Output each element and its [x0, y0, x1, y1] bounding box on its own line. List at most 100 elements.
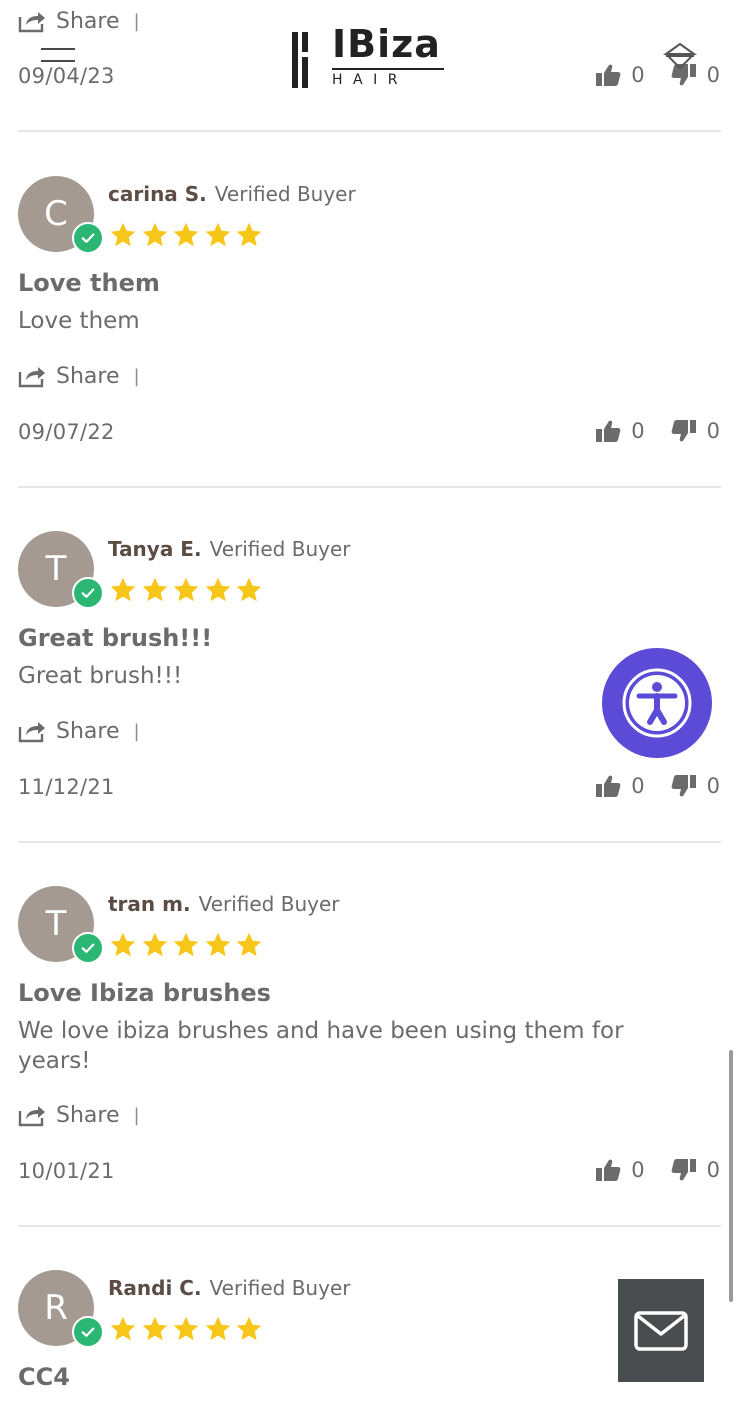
avatar-initial: R — [44, 1288, 68, 1328]
brand-logo[interactable]: IBiza HAIR — [292, 22, 444, 90]
star-rating — [108, 576, 266, 604]
verified-badge — [72, 932, 104, 964]
mail-icon — [634, 1310, 688, 1351]
reviewer-name: Tanya E. — [108, 537, 202, 561]
check-icon — [79, 229, 97, 247]
share-button[interactable]: Share | — [18, 7, 140, 35]
reviewer-line: Tanya E. Verified Buyer — [108, 537, 351, 561]
accessibility-button[interactable] — [602, 648, 712, 758]
share-button[interactable]: Share | — [18, 1101, 140, 1129]
vote-row: 0 0 — [595, 773, 720, 799]
review-body: Love them — [18, 308, 140, 334]
share-label: Share — [56, 8, 120, 34]
thumbs-up-icon[interactable] — [595, 62, 621, 88]
review-title: Great brush!!! — [18, 624, 213, 652]
thumbs-down-icon[interactable] — [671, 773, 697, 799]
review-title: Love Ibiza brushes — [18, 979, 271, 1007]
review-title: Love them — [18, 269, 160, 297]
review-divider — [18, 841, 721, 843]
review-body: Great brush!!! — [18, 663, 183, 689]
share-label: Share — [56, 718, 120, 744]
review-body: We love ibiza brushes and have been usin… — [18, 1018, 624, 1074]
star-icon — [171, 1315, 201, 1343]
reviewer-name: carina S. — [108, 182, 207, 206]
menu-icon-bar — [41, 48, 75, 50]
thumbs-up-icon[interactable] — [595, 418, 621, 444]
star-icon — [171, 576, 201, 604]
check-icon — [79, 939, 97, 957]
share-button[interactable]: Share | — [18, 717, 140, 745]
logo-subtitle: HAIR — [332, 72, 408, 88]
share-separator: | — [133, 365, 140, 387]
star-icon — [171, 931, 201, 959]
review-date: 10/01/21 — [18, 1159, 115, 1183]
verified-badge — [72, 1316, 104, 1348]
share-label: Share — [56, 363, 120, 389]
star-icon — [140, 221, 170, 249]
accessibility-icon — [622, 668, 692, 738]
contact-mail-button[interactable] — [618, 1279, 704, 1382]
thumbs-down-icon[interactable] — [671, 418, 697, 444]
star-icon — [234, 221, 264, 249]
review-date: 09/07/22 — [18, 420, 115, 444]
check-icon — [79, 1323, 97, 1341]
reviewer-name: Randi C. — [108, 1276, 202, 1300]
star-icon — [234, 1315, 264, 1343]
scrollbar-thumb[interactable] — [729, 1050, 733, 1302]
logo-mark-icon — [292, 32, 310, 88]
star-icon — [140, 1315, 170, 1343]
avatar-initial: C — [44, 194, 68, 234]
share-icon — [18, 1103, 46, 1127]
share-separator: | — [133, 720, 140, 742]
like-count: 0 — [631, 774, 645, 798]
dislike-count: 0 — [706, 419, 720, 443]
share-separator: | — [133, 1104, 140, 1126]
avatar-initial: T — [45, 549, 67, 589]
share-separator: | — [133, 10, 140, 32]
reviewer-line: tran m. Verified Buyer — [108, 892, 340, 916]
vote-row: 0 0 — [595, 62, 720, 88]
verified-buyer-label: Verified Buyer — [209, 1276, 351, 1300]
star-icon — [234, 576, 264, 604]
star-rating — [108, 931, 266, 959]
share-icon — [18, 9, 46, 33]
review-title: CC4 — [18, 1363, 70, 1391]
star-rating — [108, 1315, 266, 1343]
menu-icon-bar — [41, 60, 75, 62]
star-icon — [234, 931, 264, 959]
thumbs-up-icon[interactable] — [595, 1157, 621, 1183]
review-divider — [18, 130, 721, 132]
star-rating — [108, 221, 266, 249]
star-icon — [171, 221, 201, 249]
star-icon — [203, 576, 233, 604]
thumbs-down-icon[interactable] — [671, 1157, 697, 1183]
logo-word: IBiza — [332, 22, 441, 66]
review-date: 09/04/23 — [18, 64, 115, 88]
star-icon — [140, 931, 170, 959]
reviewer-line: carina S. Verified Buyer — [108, 182, 356, 206]
like-count: 0 — [631, 63, 645, 87]
logo-rule — [332, 68, 444, 70]
verified-buyer-label: Verified Buyer — [209, 537, 351, 561]
vote-row: 0 0 — [595, 1157, 720, 1183]
avatar-initial: T — [45, 904, 67, 944]
verified-buyer-label: Verified Buyer — [198, 892, 340, 916]
share-icon — [18, 364, 46, 388]
star-icon — [203, 1315, 233, 1343]
like-count: 0 — [631, 1158, 645, 1182]
like-count: 0 — [631, 419, 645, 443]
star-icon — [108, 1315, 138, 1343]
share-button[interactable]: Share | — [18, 362, 140, 390]
verified-buyer-label: Verified Buyer — [214, 182, 356, 206]
vote-row: 0 0 — [595, 418, 720, 444]
star-icon — [108, 931, 138, 959]
reviewer-line: Randi C. Verified Buyer — [108, 1276, 350, 1300]
star-icon — [140, 576, 170, 604]
dislike-count: 0 — [706, 1158, 720, 1182]
star-icon — [108, 221, 138, 249]
cart-icon[interactable] — [662, 40, 698, 80]
star-icon — [203, 221, 233, 249]
verified-badge — [72, 222, 104, 254]
share-icon — [18, 719, 46, 743]
thumbs-up-icon[interactable] — [595, 773, 621, 799]
